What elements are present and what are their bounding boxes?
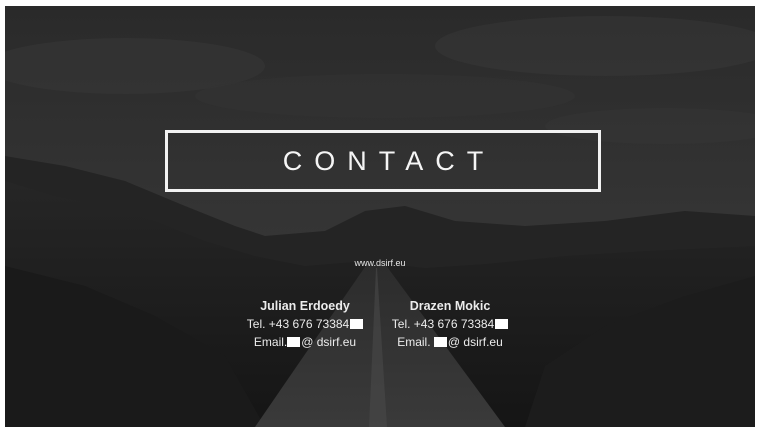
contact-name: Julian Erdoedy xyxy=(260,299,350,313)
contact-phone: Tel. +43 676 73384 xyxy=(225,315,385,333)
website-link[interactable]: www.dsirf.eu xyxy=(5,258,755,268)
contact-email: Email. @ dsirf.eu xyxy=(225,333,385,351)
tel-label: Tel. xyxy=(391,317,411,331)
tel-label: Tel. xyxy=(246,317,266,331)
contact-card-drazen: Drazen Mokic Tel. +43 676 73384 Email. @… xyxy=(370,297,530,351)
title-frame: CONTACT xyxy=(165,130,601,192)
redaction-block xyxy=(350,319,364,329)
email-domain[interactable]: @ dsirf.eu xyxy=(448,335,503,349)
redaction-block xyxy=(433,337,447,347)
tel-number: +43 676 73384 xyxy=(413,317,495,331)
email-label: Email. xyxy=(397,335,431,349)
email-domain[interactable]: @ dsirf.eu xyxy=(301,335,356,349)
contact-email: Email. @ dsirf.eu xyxy=(370,333,530,351)
contact-phone: Tel. +43 676 73384 xyxy=(370,315,530,333)
road-landscape-background xyxy=(5,6,755,427)
redaction-block xyxy=(495,319,509,329)
tel-number: +43 676 73384 xyxy=(268,317,350,331)
slide-title: CONTACT xyxy=(282,145,496,176)
contact-name: Drazen Mokic xyxy=(409,299,491,313)
redaction-block xyxy=(287,337,301,347)
email-label: Email. xyxy=(253,335,288,349)
contact-card-julian: Julian Erdoedy Tel. +43 676 73384 Email.… xyxy=(225,297,385,351)
contact-slide: CONTACT www.dsirf.eu Julian Erdoedy Tel.… xyxy=(5,6,755,427)
